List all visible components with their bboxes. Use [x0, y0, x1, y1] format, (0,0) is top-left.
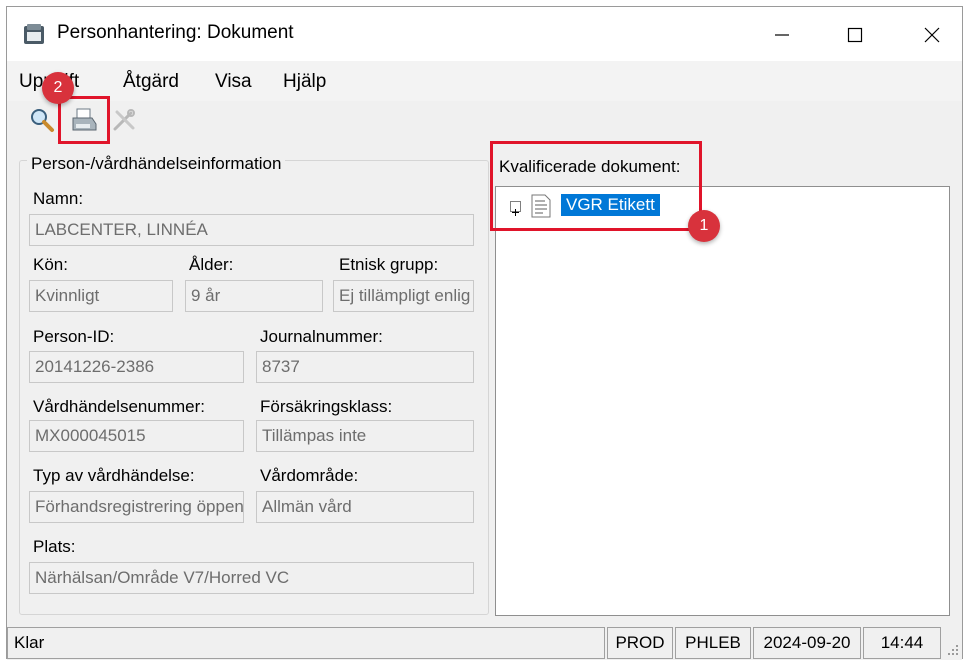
alder-label: Ålder: — [189, 255, 234, 274]
forsakring-label: Försäkringsklass: — [260, 397, 393, 416]
document-tree[interactable]: VGR Etikett — [495, 186, 950, 616]
annotation-badge-2: 2 — [42, 72, 74, 104]
search-button[interactable] — [27, 105, 57, 135]
status-role: PHLEB — [675, 627, 751, 659]
kon-field[interactable]: Kvinnligt — [29, 280, 173, 312]
vardhandelse-field[interactable]: MX000045015 — [29, 420, 244, 452]
vardomrade-label: Vårdområde: — [260, 466, 359, 485]
status-text: Klar — [7, 627, 605, 659]
menu-atgard[interactable]: Åtgärd — [123, 71, 179, 93]
application-window: Personhantering: Dokument Uppgift Åtgärd… — [6, 6, 963, 660]
tools-icon — [113, 109, 135, 131]
maximize-button[interactable] — [832, 15, 878, 55]
highlight-documents-box — [490, 141, 702, 231]
window-title: Personhantering: Dokument — [57, 22, 294, 43]
status-env: PROD — [607, 627, 673, 659]
annotation-badge-1: 1 — [688, 210, 720, 242]
vardhandelse-label: Vårdhändelsenummer: — [33, 397, 205, 416]
minimize-button[interactable] — [759, 15, 805, 55]
menu-bar: Uppgift Åtgärd Visa Hjälp — [7, 61, 962, 101]
maximize-icon — [847, 27, 863, 43]
status-time: 14:44 — [863, 627, 941, 659]
close-icon — [924, 27, 940, 43]
plats-field[interactable]: Närhälsan/Område V7/Horred VC — [29, 562, 474, 594]
highlight-print-box — [58, 96, 110, 144]
magnifier-icon — [31, 109, 54, 132]
app-icon — [23, 23, 45, 45]
typ-label: Typ av vårdhändelse: — [33, 466, 195, 485]
alder-field[interactable]: 9 år — [185, 280, 323, 312]
kon-label: Kön: — [33, 255, 68, 274]
title-bar: Personhantering: Dokument — [7, 7, 962, 61]
forsakring-field[interactable]: Tillämpas inte — [256, 420, 474, 452]
namn-field[interactable]: LABCENTER, LINNÉA — [29, 214, 474, 246]
menu-visa[interactable]: Visa — [215, 71, 252, 93]
group-title: Person-/vårdhändelseinformation — [27, 154, 286, 174]
minimize-icon — [775, 34, 789, 36]
typ-field[interactable]: Förhandsregistrering öppen — [29, 491, 244, 523]
toolbar — [7, 101, 962, 139]
personid-field[interactable]: 20141226-2386 — [29, 351, 244, 383]
tools-button[interactable] — [109, 105, 139, 135]
resize-grip-icon[interactable] — [945, 641, 959, 655]
namn-label: Namn: — [33, 189, 84, 208]
status-bar: Klar PROD PHLEB 2024-09-20 14:44 — [7, 627, 962, 660]
etnisk-field[interactable]: Ej tillämpligt enlig — [333, 280, 474, 312]
journal-label: Journalnummer: — [260, 327, 383, 346]
journal-field[interactable]: 8737 — [256, 351, 474, 383]
status-date: 2024-09-20 — [753, 627, 861, 659]
etnisk-label: Etnisk grupp: — [339, 255, 439, 274]
plats-label: Plats: — [33, 537, 76, 556]
vardomrade-field[interactable]: Allmän vård — [256, 491, 474, 523]
personid-label: Person-ID: — [33, 327, 115, 346]
close-button[interactable] — [909, 15, 955, 55]
menu-hjalp[interactable]: Hjälp — [283, 71, 326, 93]
